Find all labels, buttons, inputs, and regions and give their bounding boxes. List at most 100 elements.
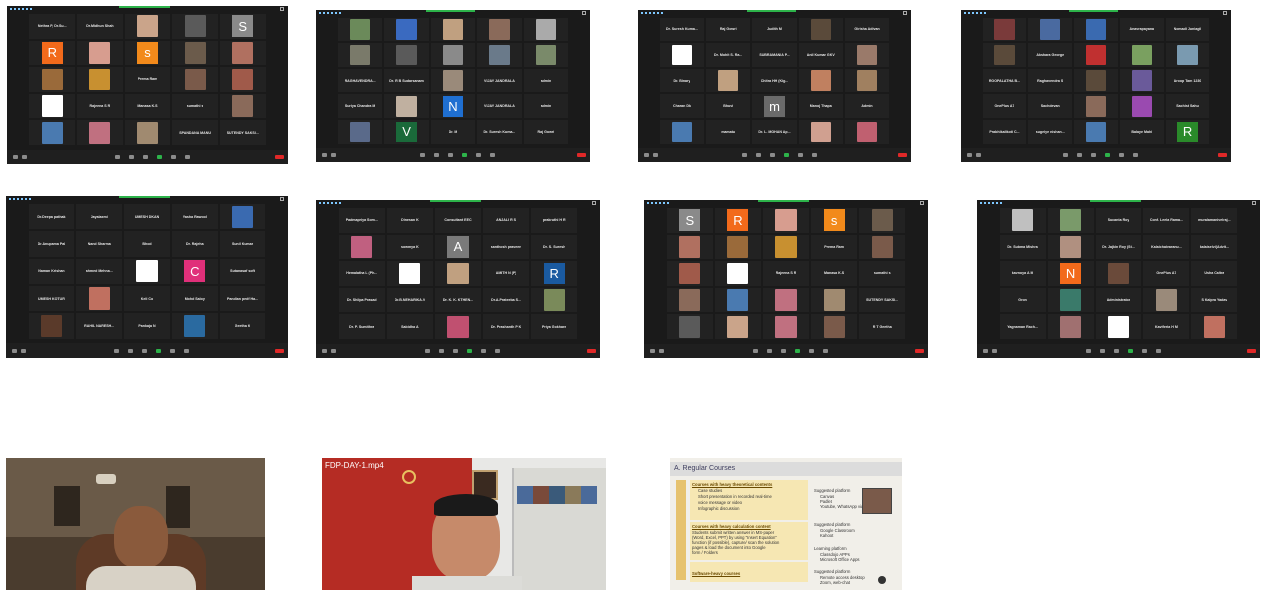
participants-icon[interactable] (434, 153, 439, 158)
participant-tile[interactable]: Dr. Subma Mishra (999, 234, 1046, 260)
security-icon[interactable] (425, 348, 430, 353)
participant-tile[interactable]: Raj Gowri (706, 17, 751, 42)
mute-icon[interactable] (12, 348, 17, 353)
view-toggle-icon[interactable] (1252, 201, 1256, 205)
participant-tile[interactable] (1095, 261, 1142, 286)
participant-tile[interactable] (1095, 314, 1142, 340)
participant-tile[interactable] (999, 207, 1046, 233)
meeting-info-icon[interactable] (641, 12, 663, 15)
participant-tile[interactable] (1047, 287, 1094, 313)
participant-tile[interactable]: Pandian pedf Ha... (219, 285, 266, 312)
participant-tile[interactable]: Administrator (1095, 287, 1142, 313)
participant-tile[interactable]: S (666, 207, 713, 233)
mute-icon[interactable] (983, 348, 988, 353)
participant-tile[interactable]: Sabidha A (386, 314, 433, 340)
participant-tile[interactable]: AMITH N (P) (483, 261, 530, 286)
video-icon[interactable] (992, 348, 997, 353)
participant-tile[interactable] (124, 258, 170, 284)
participant-tile[interactable]: Sucanta Roy (1095, 207, 1142, 233)
participant-tile[interactable] (659, 43, 705, 67)
participant-tile[interactable]: muralamanivelraj... (1191, 207, 1238, 233)
mute-icon[interactable] (644, 153, 649, 158)
record-icon[interactable] (1141, 348, 1147, 353)
participant-tile[interactable]: admin (523, 68, 569, 93)
participants-icon[interactable] (1099, 348, 1105, 353)
participant-tile[interactable]: Prema Ram (811, 234, 858, 260)
reactions-icon[interactable] (823, 348, 828, 353)
participant-tile[interactable] (982, 43, 1027, 67)
participant-tile[interactable] (1165, 43, 1210, 67)
view-toggle-icon[interactable] (592, 201, 596, 205)
participant-tile[interactable]: R (1165, 120, 1210, 144)
participant-tile[interactable]: Nomadi Juniagil (1165, 17, 1210, 42)
view-toggle-icon[interactable] (280, 197, 284, 201)
participant-tile[interactable]: prakruthi H R (531, 207, 578, 233)
chat-icon[interactable] (142, 348, 147, 353)
participant-tile[interactable]: Bhuvi (706, 94, 751, 119)
participant-tile[interactable] (1074, 120, 1118, 144)
participant-tile[interactable]: s (124, 40, 171, 66)
participant-tile[interactable] (124, 120, 171, 146)
participant-tile[interactable]: SUTENDY SAKSI... (859, 287, 906, 313)
participant-tile[interactable] (844, 120, 890, 144)
mute-icon[interactable] (967, 153, 972, 158)
participant-tile[interactable]: Girisha Adivan (844, 17, 890, 42)
participant-tile[interactable] (798, 17, 843, 42)
participant-tile[interactable] (477, 17, 522, 42)
participant-tile[interactable]: ahmed Mehna... (76, 258, 123, 284)
participant-tile[interactable] (219, 67, 266, 92)
view-toggle-icon[interactable] (903, 11, 907, 15)
video-icon[interactable] (659, 348, 664, 353)
participant-tile[interactable] (811, 314, 858, 340)
participant-tile[interactable]: Manoj Thapa (798, 94, 843, 119)
participant-tile[interactable] (666, 234, 713, 260)
participant-tile[interactable] (666, 287, 713, 313)
participant-tile[interactable] (982, 17, 1027, 42)
participant-tile[interactable]: Usha Caltra (1191, 261, 1238, 286)
reactions-icon[interactable] (184, 348, 189, 353)
participant-tile[interactable]: Nand Sharma (76, 231, 123, 257)
participant-tile[interactable] (714, 287, 761, 313)
video-icon[interactable] (331, 153, 336, 158)
participant-tile[interactable]: sumathi s (859, 261, 906, 286)
participant-tile[interactable] (1047, 234, 1094, 260)
participant-tile[interactable]: N (1047, 261, 1094, 286)
participant-tile[interactable]: Jayalaxmi (76, 204, 123, 230)
participant-tile[interactable]: Manasa K.S (811, 261, 858, 286)
participant-tile[interactable] (1191, 314, 1238, 340)
participant-tile[interactable] (666, 314, 713, 340)
security-icon[interactable] (753, 348, 758, 353)
participant-tile[interactable]: Yagnaman Rach... (999, 314, 1046, 340)
participant-tile[interactable]: mamatu (706, 120, 751, 144)
participant-tile[interactable] (384, 43, 429, 67)
participant-tile[interactable]: Aroop Tam 1230 (1165, 68, 1210, 93)
video-icon[interactable] (331, 348, 336, 353)
participant-tile[interactable]: Naman Krishan (28, 258, 75, 284)
participant-tile[interactable] (124, 13, 171, 39)
participant-tile[interactable]: Judith M (752, 17, 797, 42)
participant-tile[interactable] (77, 40, 123, 66)
participant-tile[interactable]: s (811, 207, 858, 233)
view-toggle-icon[interactable] (1223, 11, 1227, 15)
participant-tile[interactable] (762, 314, 810, 340)
participant-tile[interactable]: Manasa K.S (124, 93, 171, 119)
record-icon[interactable] (476, 153, 481, 158)
participant-tile[interactable]: Yasha Rawool (171, 204, 218, 230)
participant-tile[interactable] (1047, 314, 1094, 340)
security-icon[interactable] (1085, 348, 1091, 353)
participant-tile[interactable]: Dr. L. MOHAN Ap... (752, 120, 797, 144)
participant-tile[interactable] (430, 68, 476, 93)
participant-tile[interactable] (706, 68, 751, 93)
participant-tile[interactable]: Bhod (124, 231, 170, 257)
participant-tile[interactable] (1074, 94, 1118, 119)
chat-icon[interactable] (448, 153, 453, 158)
participant-tile[interactable] (76, 285, 123, 312)
participant-tile[interactable] (1074, 17, 1118, 42)
share-screen-icon[interactable] (156, 348, 161, 353)
participant-tile[interactable]: UMESH DKAN (124, 204, 170, 230)
participant-tile[interactable]: Mohd Saloy (171, 285, 218, 312)
participant-tile[interactable]: Dr. Shilpa Prasad (338, 287, 385, 313)
participant-tile[interactable] (798, 68, 843, 93)
share-screen-icon[interactable] (156, 154, 162, 159)
chat-icon[interactable] (453, 348, 458, 353)
